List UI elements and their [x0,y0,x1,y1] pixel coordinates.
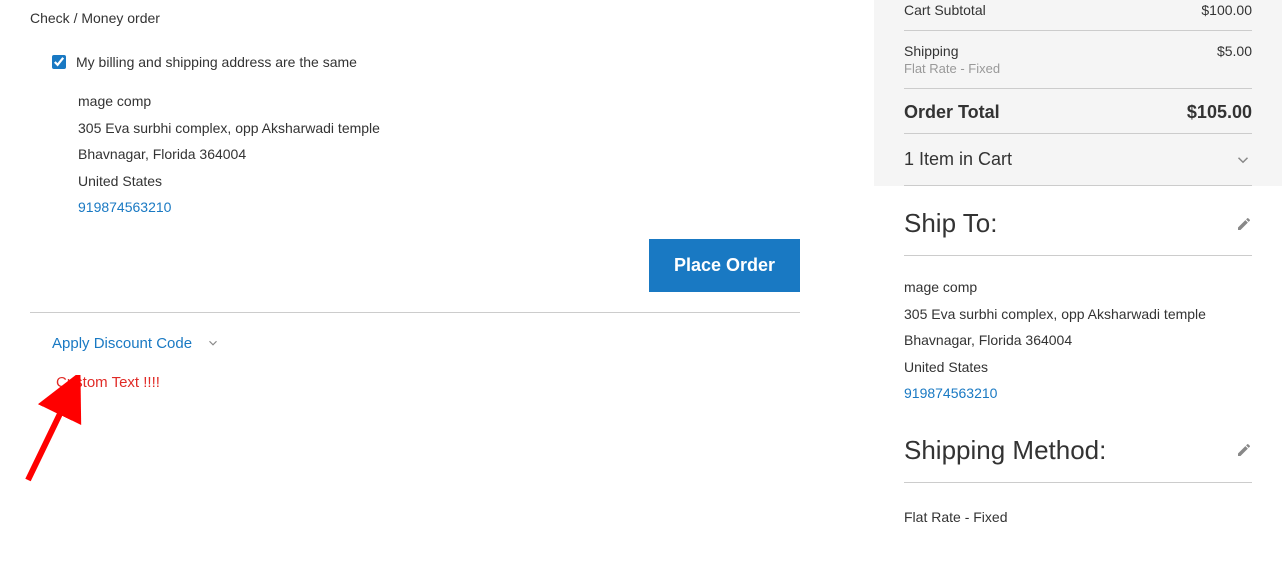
apply-discount-toggle[interactable]: Apply Discount Code [52,335,800,352]
shipping-sub: Flat Rate - Fixed [904,61,1000,76]
ship-phone-link[interactable]: 919874563210 [904,385,997,401]
place-order-button[interactable]: Place Order [649,239,800,292]
summary-shipping-row: Shipping Flat Rate - Fixed $5.00 [904,30,1252,88]
billing-city-region: Bhavnagar, Florida 364004 [78,141,800,168]
billing-country: United States [78,168,800,195]
summary-subtotal-row: Cart Subtotal $100.00 [904,0,1252,30]
divider [30,312,800,313]
pencil-icon[interactable] [1236,442,1252,458]
shipping-method-value: Flat Rate - Fixed [904,501,1252,525]
cart-items-label: 1 Item in Cart [904,149,1012,170]
ship-country: United States [904,354,1252,381]
shipping-method-section: Shipping Method: Flat Rate - Fixed [874,413,1282,525]
billing-address-block: mage comp 305 Eva surbhi complex, opp Ak… [78,88,800,221]
shipping-label: Shipping [904,43,1000,59]
total-value: $105.00 [1187,102,1252,123]
ship-city-region: Bhavnagar, Florida 364004 [904,327,1252,354]
summary-total-row: Order Total $105.00 [904,88,1252,133]
total-label: Order Total [904,102,1000,123]
ship-name: mage comp [904,274,1252,301]
shipping-value: $5.00 [1217,43,1252,76]
billing-name: mage comp [78,88,800,115]
billing-phone-link[interactable]: 919874563210 [78,199,171,215]
subtotal-value: $100.00 [1201,2,1252,18]
ship-to-title: Ship To: [904,208,997,239]
custom-text: Custom Text !!!! [56,374,800,391]
billing-street: 305 Eva surbhi complex, opp Aksharwadi t… [78,115,800,142]
ship-to-section: Ship To: mage comp 305 Eva surbhi comple… [874,186,1282,407]
payment-method-title: Check / Money order [30,10,800,26]
order-summary: Cart Subtotal $100.00 Shipping Flat Rate… [874,0,1282,186]
billing-same-label[interactable]: My billing and shipping address are the … [76,54,357,70]
discount-label: Apply Discount Code [52,335,192,352]
chevron-down-icon [206,336,220,350]
ship-to-address: mage comp 305 Eva surbhi complex, opp Ak… [904,274,1252,407]
chevron-down-icon [1234,151,1252,169]
ship-street: 305 Eva surbhi complex, opp Aksharwadi t… [904,301,1252,328]
pencil-icon[interactable] [1236,216,1252,232]
cart-items-toggle[interactable]: 1 Item in Cart [904,133,1252,186]
billing-same-checkbox[interactable] [52,55,66,69]
shipping-method-title: Shipping Method: [904,435,1106,466]
subtotal-label: Cart Subtotal [904,2,986,18]
billing-same-row: My billing and shipping address are the … [52,54,800,70]
